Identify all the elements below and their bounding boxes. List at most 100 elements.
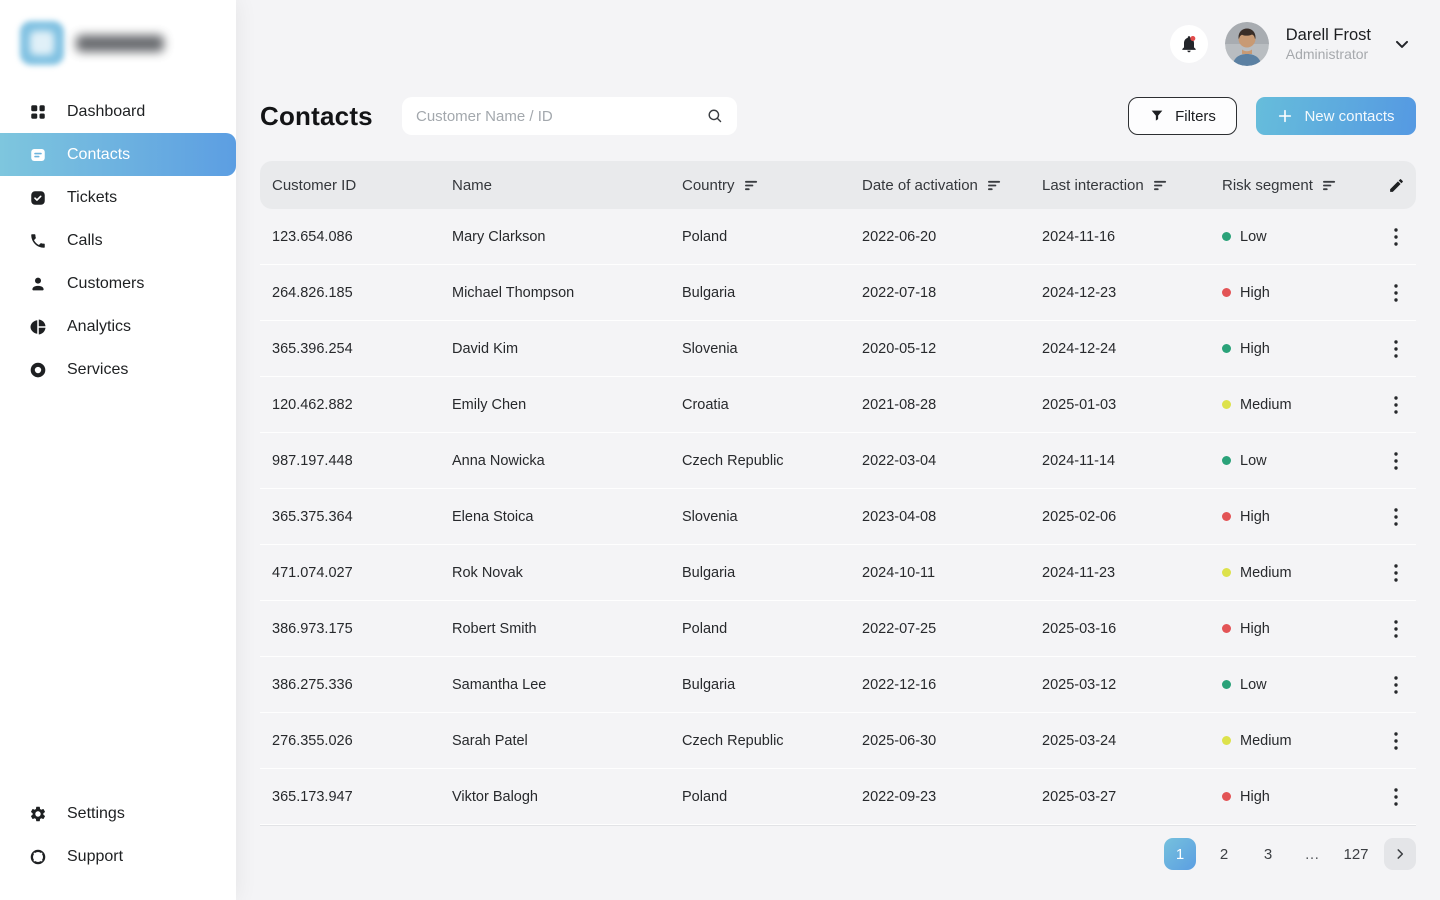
cell-country: Slovenia [682,341,862,357]
filters-label: Filters [1175,108,1216,125]
risk-label: Low [1240,677,1267,693]
risk-label: High [1240,341,1270,357]
risk-label: Medium [1240,565,1292,581]
row-menu-button[interactable] [1383,728,1409,754]
column-label: Last interaction [1042,177,1144,194]
cell-date-of-activation: 2020-05-12 [862,341,1042,357]
sidebar: Dashboard Contacts Tickets Calls Custome… [0,0,236,900]
next-page-button[interactable] [1384,838,1416,870]
risk-label: High [1240,789,1270,805]
table-row: 987.197.448 Anna Nowicka Czech Republic … [260,433,1416,489]
column-label: Risk segment [1222,177,1313,194]
row-menu-button[interactable] [1383,448,1409,474]
chevron-right-icon [1393,847,1407,861]
page-button-127[interactable]: 127 [1340,838,1372,870]
cell-country: Poland [682,789,862,805]
kebab-icon [1394,396,1398,414]
page-button-1[interactable]: 1 [1164,838,1196,870]
cell-risk-segment: Medium [1222,565,1376,581]
cell-customer-id: 120.462.882 [272,397,452,413]
row-menu-button[interactable] [1383,560,1409,586]
sidebar-item-calls[interactable]: Calls [0,219,236,262]
row-menu-button[interactable] [1383,504,1409,530]
row-menu-button[interactable] [1383,336,1409,362]
filters-button[interactable]: Filters [1128,97,1237,135]
cell-last-interaction: 2025-02-06 [1042,509,1222,525]
chevron-down-icon [1392,34,1412,54]
top-header: Darell Frost Administrator [260,22,1416,66]
risk-dot [1222,400,1231,409]
row-menu-button[interactable] [1383,224,1409,250]
sidebar-item-settings[interactable]: Settings [0,792,236,835]
cell-date-of-activation: 2022-07-18 [862,285,1042,301]
sort-icon[interactable] [744,179,759,192]
user-menu-button[interactable] [1388,30,1416,58]
kebab-icon [1394,452,1398,470]
sidebar-item-label: Tickets [67,189,117,207]
column-header-name: Name [452,177,682,194]
sidebar-item-dashboard[interactable]: Dashboard [0,90,236,133]
sidebar-item-contacts[interactable]: Contacts [0,133,236,176]
ticket-check-icon [28,188,47,207]
sidebar-item-label: Settings [67,805,125,823]
kebab-icon [1394,508,1398,526]
sidebar-item-label: Support [67,848,123,866]
cell-risk-segment: Low [1222,229,1376,245]
cell-last-interaction: 2024-11-14 [1042,453,1222,469]
cell-last-interaction: 2025-03-27 [1042,789,1222,805]
cell-date-of-activation: 2023-04-08 [862,509,1042,525]
cell-country: Bulgaria [682,677,862,693]
cell-last-interaction: 2024-11-16 [1042,229,1222,245]
risk-label: High [1240,285,1270,301]
sidebar-item-customers[interactable]: Customers [0,262,236,305]
cell-risk-segment: Medium [1222,733,1376,749]
filter-funnel-icon [1149,108,1165,124]
risk-dot [1222,568,1231,577]
sort-icon[interactable] [1153,179,1168,192]
cell-risk-segment: High [1222,285,1376,301]
cell-last-interaction: 2024-12-23 [1042,285,1222,301]
cell-customer-id: 365.173.947 [272,789,452,805]
row-menu-button[interactable] [1383,672,1409,698]
new-contacts-button[interactable]: New contacts [1256,97,1416,135]
column-header-country[interactable]: Country [682,177,862,194]
sidebar-item-analytics[interactable]: Analytics [0,305,236,348]
cell-name: Robert Smith [452,621,682,637]
cell-customer-id: 276.355.026 [272,733,452,749]
cell-risk-segment: Medium [1222,397,1376,413]
column-header-edit[interactable] [1376,177,1416,194]
cell-date-of-activation: 2022-07-25 [862,621,1042,637]
new-contacts-label: New contacts [1304,108,1394,125]
table-row: 365.173.947 Viktor Balogh Poland 2022-09… [260,769,1416,825]
plus-icon [1277,108,1293,124]
sidebar-item-services[interactable]: Services [0,348,236,391]
row-menu-button[interactable] [1383,784,1409,810]
column-header-risk-segment[interactable]: Risk segment [1222,177,1376,194]
column-header-date-of-activation[interactable]: Date of activation [862,177,1042,194]
risk-dot [1222,288,1231,297]
avatar[interactable] [1225,22,1269,66]
cell-date-of-activation: 2024-10-11 [862,565,1042,581]
cell-last-interaction: 2025-03-12 [1042,677,1222,693]
row-menu-button[interactable] [1383,392,1409,418]
sidebar-item-tickets[interactable]: Tickets [0,176,236,219]
sidebar-item-label: Analytics [67,318,131,336]
sort-icon[interactable] [987,179,1002,192]
search-input[interactable] [416,108,706,125]
phone-icon [28,231,47,250]
row-menu-button[interactable] [1383,280,1409,306]
page-button-3[interactable]: 3 [1252,838,1284,870]
row-menu-button[interactable] [1383,616,1409,642]
sort-icon[interactable] [1322,179,1337,192]
ring-icon [28,360,47,379]
cell-last-interaction: 2024-11-23 [1042,565,1222,581]
cell-date-of-activation: 2022-03-04 [862,453,1042,469]
sidebar-item-support[interactable]: Support [0,835,236,878]
cell-customer-id: 386.973.175 [272,621,452,637]
column-header-last-interaction[interactable]: Last interaction [1042,177,1222,194]
notifications-button[interactable] [1170,25,1208,63]
cell-date-of-activation: 2022-09-23 [862,789,1042,805]
cell-date-of-activation: 2025-06-30 [862,733,1042,749]
pagination: 1 2 3 … 127 [260,838,1416,884]
page-button-2[interactable]: 2 [1208,838,1240,870]
